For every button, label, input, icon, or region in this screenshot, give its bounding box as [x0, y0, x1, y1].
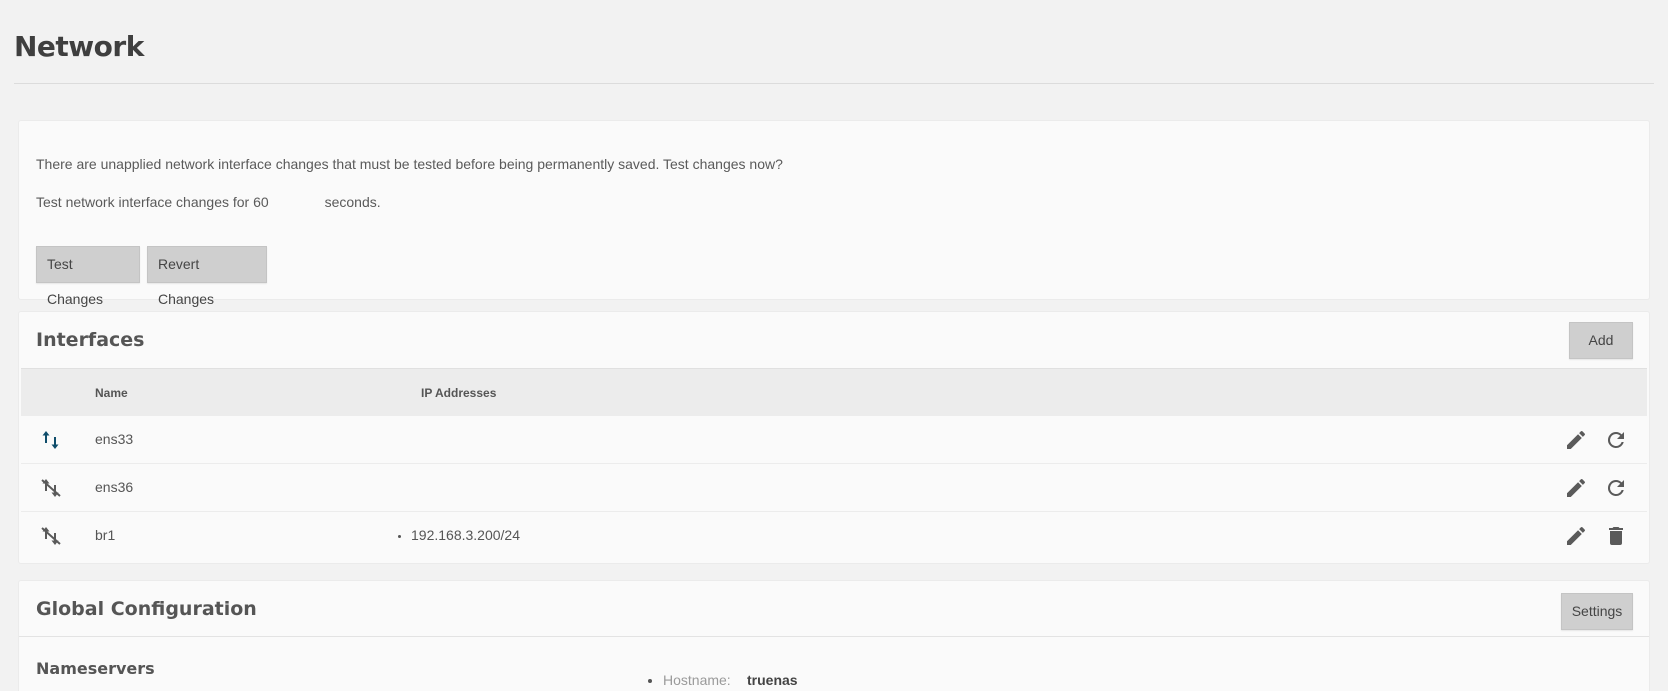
hostname-item: Hostname: truenas: [663, 672, 798, 688]
pending-changes-message: There are unapplied network interface ch…: [36, 156, 783, 172]
pending-changes-card: There are unapplied network interface ch…: [18, 120, 1650, 307]
interfaces-title: Interfaces: [36, 329, 145, 351]
interface-name: ens33: [95, 431, 134, 447]
global-divider: [19, 636, 1649, 637]
column-header-ip[interactable]: IP Addresses: [421, 386, 496, 400]
interface-name: br1: [95, 527, 116, 543]
reset-icon[interactable]: [1604, 428, 1628, 452]
revert-changes-button[interactable]: Revert Changes: [147, 246, 267, 307]
test-duration-text: Test network interface changes for 60 se…: [36, 194, 381, 210]
page-title: Network: [14, 30, 144, 63]
edit-icon[interactable]: [1564, 524, 1588, 548]
link-down-icon: [39, 524, 63, 548]
table-row: ens36: [21, 464, 1647, 512]
reset-icon[interactable]: [1604, 476, 1628, 500]
global-configuration-title: Global Configuration: [36, 598, 257, 620]
nameservers-title: Nameservers: [36, 659, 155, 678]
hostname-value: truenas: [747, 672, 798, 688]
interface-name: ens36: [95, 479, 134, 495]
ip-address: 192.168.3.200/24: [411, 527, 520, 543]
test-duration-suffix: seconds.: [324, 194, 381, 210]
hostname-label: Hostname:: [663, 672, 731, 688]
column-header-name[interactable]: Name: [95, 386, 128, 400]
hostname-list: Hostname: truenas: [649, 672, 798, 688]
title-divider: [14, 83, 1654, 84]
table-row: ens33: [21, 416, 1647, 464]
delete-icon[interactable]: [1604, 524, 1628, 548]
table-row: br1 192.168.3.200/24: [21, 512, 1647, 560]
interfaces-table-header: Name IP Addresses: [21, 368, 1647, 416]
link-down-icon: [39, 476, 63, 500]
settings-button[interactable]: Settings: [1561, 593, 1633, 630]
test-duration-input[interactable]: 60: [253, 194, 269, 210]
ip-address-list: 192.168.3.200/24: [397, 527, 520, 543]
test-changes-button[interactable]: Test Changes: [36, 246, 140, 307]
test-duration-prefix: Test network interface changes for: [36, 194, 250, 210]
edit-icon[interactable]: [1564, 428, 1588, 452]
interfaces-card: Interfaces Add Name IP Addresses ens33 e…: [18, 311, 1650, 564]
global-configuration-card: Global Configuration Settings Nameserver…: [18, 580, 1650, 691]
add-interface-button[interactable]: Add: [1569, 322, 1633, 359]
link-up-icon: [39, 428, 63, 452]
edit-icon[interactable]: [1564, 476, 1588, 500]
